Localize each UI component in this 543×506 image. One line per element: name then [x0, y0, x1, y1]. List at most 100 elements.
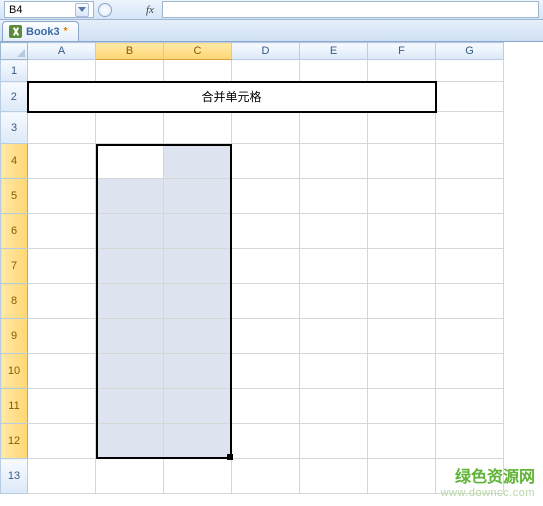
- cell-A8[interactable]: [28, 284, 96, 319]
- cell-B6[interactable]: [96, 214, 164, 249]
- cell-B9[interactable]: [96, 319, 164, 354]
- cell-B4[interactable]: [96, 144, 164, 179]
- cell-A12[interactable]: [28, 424, 96, 459]
- column-header-D[interactable]: D: [232, 43, 300, 60]
- cell-F8[interactable]: [368, 284, 436, 319]
- cell-B10[interactable]: [96, 354, 164, 389]
- cell-D1[interactable]: [232, 60, 300, 82]
- cell-E13[interactable]: [300, 459, 368, 494]
- merged-cell[interactable]: 合并单元格: [28, 82, 436, 112]
- cell-B11[interactable]: [96, 389, 164, 424]
- cell-B3[interactable]: [96, 112, 164, 144]
- cell-D13[interactable]: [232, 459, 300, 494]
- column-header-B[interactable]: B: [96, 43, 164, 60]
- cell-B8[interactable]: [96, 284, 164, 319]
- column-header-F[interactable]: F: [368, 43, 436, 60]
- cell-G13[interactable]: [436, 459, 504, 494]
- cell-E11[interactable]: [300, 389, 368, 424]
- cell-G8[interactable]: [436, 284, 504, 319]
- cell-B7[interactable]: [96, 249, 164, 284]
- cell-A13[interactable]: [28, 459, 96, 494]
- cell-G4[interactable]: [436, 144, 504, 179]
- cell-G11[interactable]: [436, 389, 504, 424]
- cell-A5[interactable]: [28, 179, 96, 214]
- cell-D11[interactable]: [232, 389, 300, 424]
- cell-G3[interactable]: [436, 112, 504, 144]
- cell-C8[interactable]: [164, 284, 232, 319]
- cell-C12[interactable]: [164, 424, 232, 459]
- cell-B13[interactable]: [96, 459, 164, 494]
- row-header-9[interactable]: 9: [1, 319, 28, 354]
- spreadsheet-grid[interactable]: ABCDEFG12合并单元格345678910111213 绿色资源网 www.…: [0, 42, 543, 506]
- cell-F6[interactable]: [368, 214, 436, 249]
- cell-G2[interactable]: [436, 82, 504, 112]
- cell-A4[interactable]: [28, 144, 96, 179]
- cell-D5[interactable]: [232, 179, 300, 214]
- cell-C9[interactable]: [164, 319, 232, 354]
- cell-G6[interactable]: [436, 214, 504, 249]
- workbook-tab[interactable]: Book3 *: [2, 21, 79, 41]
- cell-F12[interactable]: [368, 424, 436, 459]
- fx-icon[interactable]: fx: [146, 4, 154, 16]
- cell-G7[interactable]: [436, 249, 504, 284]
- row-header-4[interactable]: 4: [1, 144, 28, 179]
- cell-C7[interactable]: [164, 249, 232, 284]
- cell-G1[interactable]: [436, 60, 504, 82]
- row-header-10[interactable]: 10: [1, 354, 28, 389]
- name-box[interactable]: B4: [4, 1, 94, 18]
- cell-C1[interactable]: [164, 60, 232, 82]
- cell-F13[interactable]: [368, 459, 436, 494]
- cell-F5[interactable]: [368, 179, 436, 214]
- cell-E1[interactable]: [300, 60, 368, 82]
- cell-D6[interactable]: [232, 214, 300, 249]
- cell-B1[interactable]: [96, 60, 164, 82]
- cell-B5[interactable]: [96, 179, 164, 214]
- cell-E12[interactable]: [300, 424, 368, 459]
- row-header-1[interactable]: 1: [1, 60, 28, 82]
- cell-G12[interactable]: [436, 424, 504, 459]
- cell-D3[interactable]: [232, 112, 300, 144]
- cell-G10[interactable]: [436, 354, 504, 389]
- cell-E9[interactable]: [300, 319, 368, 354]
- cell-G5[interactable]: [436, 179, 504, 214]
- cell-C6[interactable]: [164, 214, 232, 249]
- cell-F11[interactable]: [368, 389, 436, 424]
- cell-C10[interactable]: [164, 354, 232, 389]
- cell-F3[interactable]: [368, 112, 436, 144]
- cell-C13[interactable]: [164, 459, 232, 494]
- cell-A9[interactable]: [28, 319, 96, 354]
- column-header-G[interactable]: G: [436, 43, 504, 60]
- cell-A10[interactable]: [28, 354, 96, 389]
- formula-input[interactable]: [162, 1, 539, 18]
- cell-E3[interactable]: [300, 112, 368, 144]
- cell-A11[interactable]: [28, 389, 96, 424]
- cell-F10[interactable]: [368, 354, 436, 389]
- cell-E10[interactable]: [300, 354, 368, 389]
- row-header-12[interactable]: 12: [1, 424, 28, 459]
- cell-D9[interactable]: [232, 319, 300, 354]
- cell-E5[interactable]: [300, 179, 368, 214]
- cell-C11[interactable]: [164, 389, 232, 424]
- cell-E7[interactable]: [300, 249, 368, 284]
- cell-F1[interactable]: [368, 60, 436, 82]
- cell-C3[interactable]: [164, 112, 232, 144]
- row-header-6[interactable]: 6: [1, 214, 28, 249]
- row-header-3[interactable]: 3: [1, 112, 28, 144]
- row-header-7[interactable]: 7: [1, 249, 28, 284]
- cell-G9[interactable]: [436, 319, 504, 354]
- cell-A3[interactable]: [28, 112, 96, 144]
- column-header-C[interactable]: C: [164, 43, 232, 60]
- cell-D10[interactable]: [232, 354, 300, 389]
- column-header-A[interactable]: A: [28, 43, 96, 60]
- row-header-2[interactable]: 2: [1, 82, 28, 112]
- cell-C4[interactable]: [164, 144, 232, 179]
- cell-B12[interactable]: [96, 424, 164, 459]
- cell-D7[interactable]: [232, 249, 300, 284]
- row-header-5[interactable]: 5: [1, 179, 28, 214]
- cell-F7[interactable]: [368, 249, 436, 284]
- cancel-icon[interactable]: [98, 3, 112, 17]
- cell-A6[interactable]: [28, 214, 96, 249]
- cell-D8[interactable]: [232, 284, 300, 319]
- cell-D4[interactable]: [232, 144, 300, 179]
- cell-F9[interactable]: [368, 319, 436, 354]
